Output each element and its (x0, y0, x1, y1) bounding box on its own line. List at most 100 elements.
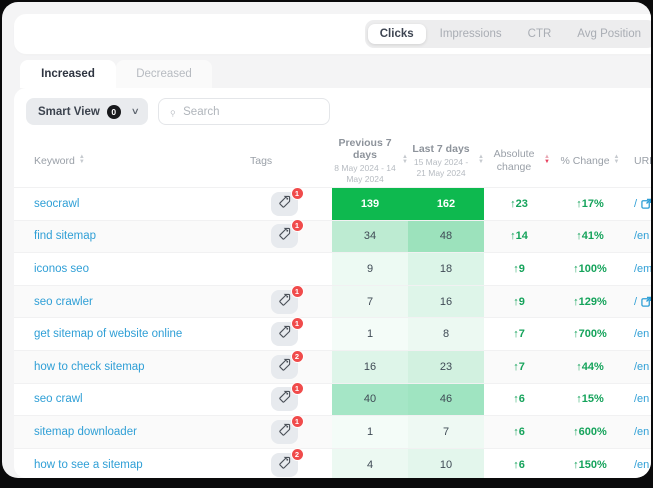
url-link[interactable]: /en (626, 384, 651, 416)
tag-count-badge: 1 (291, 317, 304, 330)
metric-tab-ctr[interactable]: CTR (516, 24, 564, 44)
last-value-cell: 8 (408, 318, 484, 350)
table-row: how to see a sitemap2410↑6↑150%/en (14, 448, 651, 478)
tag-chip[interactable]: 2 (271, 453, 298, 477)
header-last-title: Last 7 days (412, 143, 469, 155)
last-value-cell: 7 (408, 416, 484, 448)
top-toolbar: Clicks Impressions CTR Avg Position (14, 14, 651, 54)
search-input[interactable] (183, 106, 303, 118)
tag-icon (278, 456, 291, 474)
pct-change-cell: ↑41% (554, 221, 626, 253)
tag-count-badge: 1 (291, 219, 304, 232)
keyword-link[interactable]: seo crawler (14, 286, 236, 318)
header-tags: Tags (236, 155, 332, 167)
pct-change-cell: ↑100% (554, 253, 626, 285)
chevron-down-icon: ∨ (130, 106, 139, 117)
url-link[interactable]: /en (626, 221, 651, 253)
absolute-change-cell: ↑7 (484, 351, 554, 383)
url-text: / (634, 296, 637, 308)
header-keyword-label: Keyword (34, 155, 75, 167)
tag-count-badge: 1 (291, 285, 304, 298)
tag-chip[interactable]: 1 (271, 420, 298, 444)
tag-count-badge: 1 (291, 415, 304, 428)
controls-row: Smart View 0 ∨ ⌕ (14, 88, 651, 135)
last-value-cell: 48 (408, 221, 484, 253)
header-keyword: Keyword ▲▼ (14, 155, 236, 167)
url-link[interactable]: /en (626, 318, 651, 350)
header-abs-label: Absolute change (488, 148, 540, 174)
url-link[interactable]: /en (626, 351, 651, 383)
table-body: seocrawl1139162↑23↑17%/find sitemap13448… (14, 187, 651, 478)
metric-tab-impressions[interactable]: Impressions (428, 24, 514, 44)
previous-value-cell: 139 (332, 188, 408, 220)
last-value-cell: 23 (408, 351, 484, 383)
tag-chip[interactable]: 2 (271, 355, 298, 379)
tags-cell: 1 (236, 221, 332, 253)
url-text: /en (634, 426, 649, 438)
tag-chip[interactable]: 1 (271, 322, 298, 346)
tab-decreased[interactable]: Decreased (116, 60, 212, 88)
tag-chip[interactable]: 1 (271, 290, 298, 314)
absolute-change-cell: ↑9 (484, 253, 554, 285)
tags-cell: 1 (236, 286, 332, 318)
previous-value-cell: 4 (332, 449, 408, 478)
tags-cell: 1 (236, 384, 332, 416)
keyword-link[interactable]: how to see a sitemap (14, 449, 236, 478)
absolute-change-cell: ↑7 (484, 318, 554, 350)
keyword-link[interactable]: iconos seo (14, 253, 236, 285)
url-link[interactable]: /em (626, 253, 651, 285)
last-value-cell: 18 (408, 253, 484, 285)
keyword-link[interactable]: get sitemap of website online (14, 318, 236, 350)
url-text: /en (634, 361, 649, 373)
smart-view-label: Smart View (38, 106, 100, 118)
sort-icon-absolute-change[interactable]: ▲▼ (544, 156, 550, 166)
tag-chip[interactable]: 1 (271, 387, 298, 411)
header-pct-label: % Change (561, 155, 610, 167)
last-value-cell: 16 (408, 286, 484, 318)
url-link[interactable]: /en (626, 449, 651, 478)
table-header: Keyword ▲▼ Tags Previous 7 days 8 May 20… (14, 135, 651, 187)
header-absolute-change: Absolute change ▲▼ (484, 148, 554, 174)
tags-cell: 2 (236, 449, 332, 478)
table-row: get sitemap of website online118↑7↑700%/… (14, 317, 651, 350)
url-text: / (634, 198, 637, 210)
metric-tab-clicks[interactable]: Clicks (368, 24, 426, 44)
url-link[interactable]: /en (626, 416, 651, 448)
previous-value-cell: 40 (332, 384, 408, 416)
previous-value-cell: 1 (332, 416, 408, 448)
tags-cell: 1 (236, 188, 332, 220)
url-link[interactable]: / (626, 286, 651, 318)
sort-icon-keyword[interactable]: ▲▼ (79, 156, 85, 166)
smart-view-dropdown[interactable]: Smart View 0 ∨ (26, 98, 148, 125)
direction-tabs: Increased Decreased (20, 60, 212, 88)
sort-icon-pct-change[interactable]: ▲▼ (614, 156, 620, 166)
tag-icon (278, 423, 291, 441)
tag-chip[interactable]: 1 (271, 224, 298, 248)
url-link[interactable]: / (626, 188, 651, 220)
absolute-change-cell: ↑23 (484, 188, 554, 220)
tag-chip[interactable]: 1 (271, 192, 298, 216)
keyword-link[interactable]: sitemap downloader (14, 416, 236, 448)
tags-cell: 1 (236, 416, 332, 448)
tag-count-badge: 2 (291, 350, 304, 363)
metric-tab-avg-position[interactable]: Avg Position (565, 24, 651, 44)
table-row: how to check sitemap21623↑7↑44%/en (14, 350, 651, 383)
previous-value-cell: 1 (332, 318, 408, 350)
last-value-cell: 46 (408, 384, 484, 416)
tab-increased[interactable]: Increased (20, 60, 116, 88)
table-row: seo crawl14046↑6↑15%/en (14, 383, 651, 416)
metric-switcher: Clicks Impressions CTR Avg Position (365, 20, 651, 48)
keyword-link[interactable]: find sitemap (14, 221, 236, 253)
search-icon: ⌕ (166, 105, 179, 118)
tag-count-badge: 2 (291, 448, 304, 461)
tags-cell: 1 (236, 318, 332, 350)
table-row: iconos seo918↑9↑100%/em (14, 252, 651, 285)
keyword-link[interactable]: how to check sitemap (14, 351, 236, 383)
keyword-link[interactable]: seo crawl (14, 384, 236, 416)
header-prev-dates: 8 May 2024 - 14 May 2024 (332, 163, 398, 184)
tags-cell (236, 253, 332, 285)
header-url-label: URL (634, 155, 651, 167)
keyword-link[interactable]: seocrawl (14, 188, 236, 220)
tag-icon (278, 227, 291, 245)
last-value-cell: 162 (408, 188, 484, 220)
